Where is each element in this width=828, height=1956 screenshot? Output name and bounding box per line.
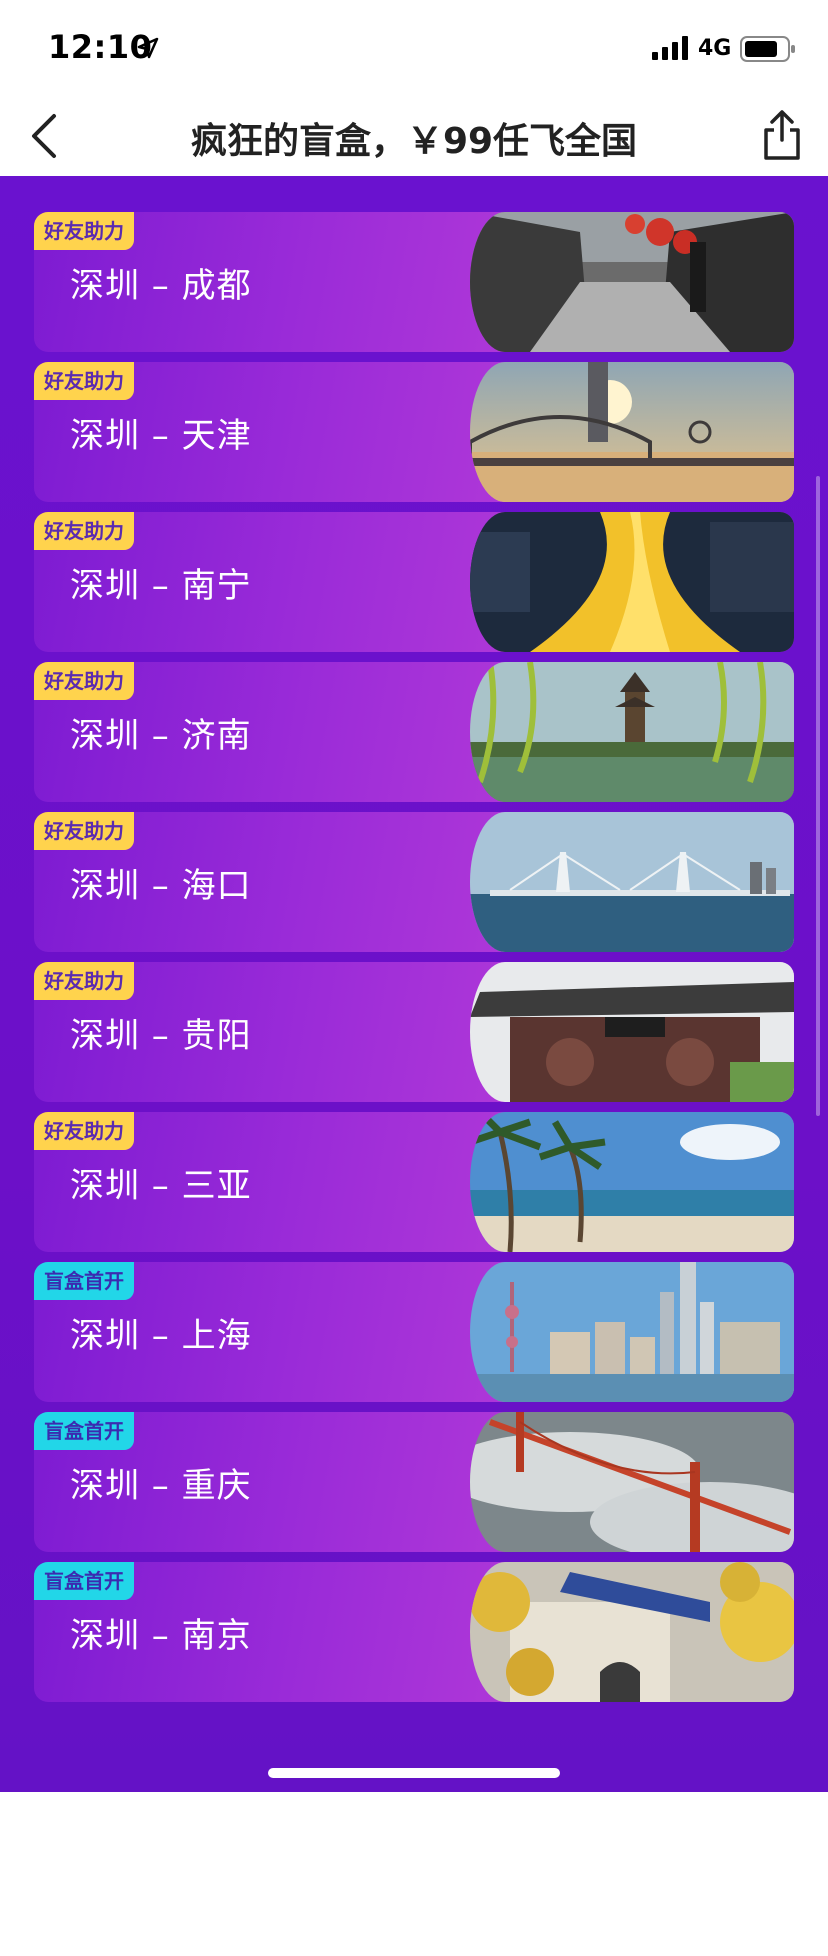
chevron-up-icon <box>474 1931 493 1944</box>
route-label: 深圳 – 济南 <box>70 716 252 756</box>
status-bar: 12:10 4G <box>0 0 828 96</box>
city-photo <box>470 1112 794 1252</box>
route-badge: 盲盒首开 <box>34 1262 134 1300</box>
route-list-area: 好友助力 深圳 – 成都 好友助力 深圳 – 天津 好友助力 深圳 – 南宁 好… <box>0 176 828 1956</box>
route-card[interactable]: 好友助力 深圳 – 天津 <box>34 362 794 502</box>
route-label: 深圳 – 南京 <box>70 1616 252 1656</box>
route-badge: 好友助力 <box>34 962 134 1000</box>
route-badge: 好友助力 <box>34 812 134 850</box>
route-label: 深圳 – 成都 <box>70 266 252 306</box>
city-photo <box>470 1262 794 1402</box>
city-photo <box>470 962 794 1102</box>
route-card[interactable]: 盲盒首开 深圳 – 南京 <box>34 1562 794 1702</box>
route-label: 深圳 – 上海 <box>70 1316 252 1356</box>
route-card[interactable]: 好友助力 深圳 – 海口 <box>34 812 794 952</box>
location-arrow-icon <box>137 37 159 59</box>
route-badge: 好友助力 <box>34 662 134 700</box>
scrollbar[interactable] <box>816 476 820 1116</box>
route-label: 深圳 – 重庆 <box>70 1466 252 1506</box>
city-photo <box>470 662 794 802</box>
route-card[interactable]: 好友助力 深圳 – 贵阳 <box>34 962 794 1102</box>
city-photo <box>470 1412 794 1552</box>
route-card[interactable]: 好友助力 深圳 – 南宁 <box>34 512 794 652</box>
route-badge: 好友助力 <box>34 362 134 400</box>
route-label: 深圳 – 天津 <box>70 416 252 456</box>
city-photo <box>470 212 794 352</box>
collapse-button[interactable]: 点击收起 <box>362 1916 494 1951</box>
home-indicator <box>268 1768 560 1778</box>
route-label: 深圳 – 海口 <box>70 866 252 906</box>
route-badge: 好友助力 <box>34 1112 134 1150</box>
route-badge: 盲盒首开 <box>34 1412 134 1450</box>
city-photo <box>470 512 794 652</box>
route-card[interactable]: 盲盒首开 深圳 – 上海 <box>34 1262 794 1402</box>
city-photo <box>470 812 794 952</box>
watermark: eLvXing.net <box>620 1916 828 1956</box>
signal-icon <box>652 36 688 60</box>
route-badge: 盲盒首开 <box>34 1562 134 1600</box>
route-label: 深圳 – 贵阳 <box>70 1016 252 1056</box>
network-type: 4G <box>698 36 732 61</box>
collapse-label: 点击收起 <box>362 1922 458 1950</box>
route-card[interactable]: 好友助力 深圳 – 三亚 <box>34 1112 794 1252</box>
page-title: 疯狂的盲盒，￥99任飞全国 <box>190 121 638 162</box>
share-icon[interactable] <box>760 106 804 162</box>
route-badge: 好友助力 <box>34 212 134 250</box>
city-photo <box>470 1562 794 1702</box>
route-label: 深圳 – 南宁 <box>70 566 252 606</box>
route-card[interactable]: 盲盒首开 深圳 – 重庆 <box>34 1412 794 1552</box>
route-badge: 好友助力 <box>34 512 134 550</box>
route-label: 深圳 – 三亚 <box>70 1166 252 1206</box>
navigation-bar: 疯狂的盲盒，￥99任飞全国 <box>0 96 828 176</box>
route-card[interactable]: 好友助力 深圳 – 济南 <box>34 662 794 802</box>
back-chevron-icon[interactable] <box>26 108 66 164</box>
city-photo <box>470 362 794 502</box>
route-card[interactable]: 好友助力 深圳 – 成都 <box>34 212 794 352</box>
battery-icon <box>740 36 795 62</box>
